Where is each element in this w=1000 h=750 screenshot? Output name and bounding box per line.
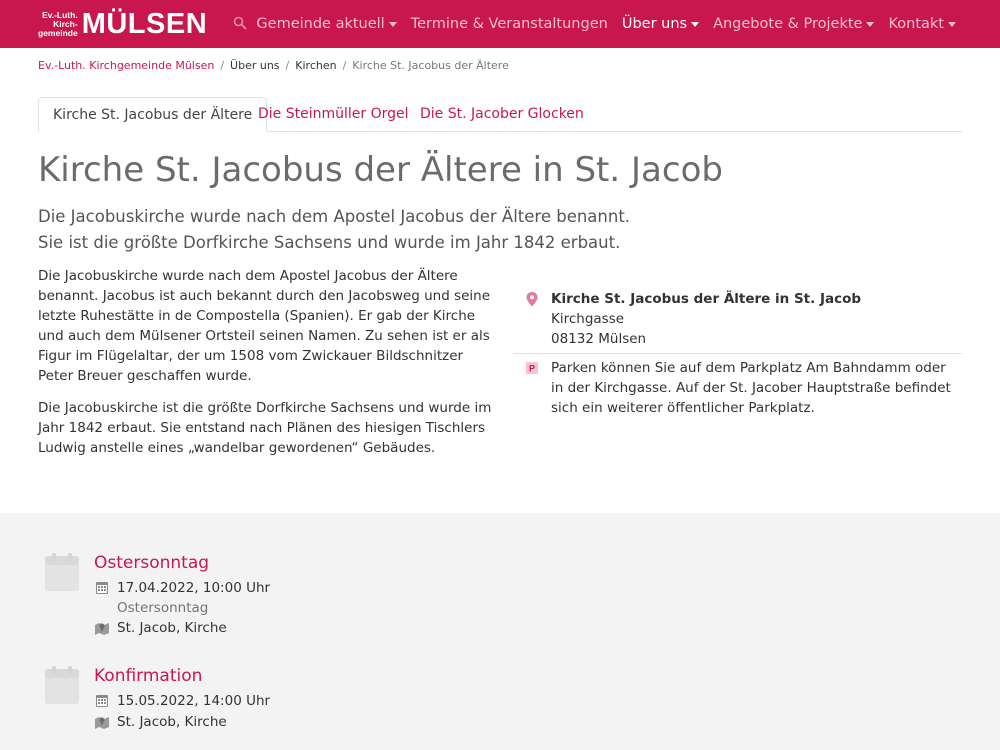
breadcrumb-home[interactable]: Ev.-Luth. Kirchgemeinde Mülsen bbox=[38, 59, 214, 72]
nav-termine[interactable]: Termine & Veranstaltungen bbox=[411, 16, 608, 32]
body-text: Die Jacobuskirche wurde nach dem Apostel… bbox=[38, 266, 498, 470]
event-datetime: 15.05.2022, 14:00 Uhr bbox=[94, 693, 270, 709]
event-location: St. Jacob, Kirche bbox=[94, 620, 227, 636]
lead-text: Die Jacobuskirche wurde nach dem Apostel… bbox=[38, 207, 631, 252]
map-location-icon bbox=[95, 623, 109, 635]
site-logo[interactable]: Ev.-Luth. Kirch- gemeinde MÜLSEN bbox=[38, 8, 207, 40]
logo-small-text: Ev.-Luth. Kirch- gemeinde bbox=[38, 9, 78, 38]
address-street: Kirchgasse bbox=[551, 311, 625, 327]
parking-block: P Parken können Sie auf dem Parkplatz Am… bbox=[513, 354, 962, 418]
tab-orgel[interactable]: Die Steinmüller Orgel bbox=[244, 97, 423, 131]
map-marker-icon bbox=[526, 292, 538, 307]
page-title: Kirche St. Jacobus der Ältere in St. Jac… bbox=[38, 150, 723, 190]
location-info: Kirche St. Jacobus der Ältere in St. Jac… bbox=[513, 289, 962, 418]
tab-glocken[interactable]: Die St. Jacober Glocken bbox=[406, 97, 598, 131]
tab-bar: Kirche St. Jacobus der Ältere Die Steinm… bbox=[38, 97, 962, 132]
address-city: 08132 Mülsen bbox=[551, 331, 647, 347]
main-nav: Gemeinde aktuell Termine & Veranstaltung… bbox=[242, 0, 956, 48]
paragraph: Die Jacobuskirche ist die größte Dorfkir… bbox=[38, 400, 492, 456]
paragraph: Die Jacobuskirche wurde nach dem Apostel… bbox=[38, 268, 491, 384]
breadcrumb-kirchen[interactable]: Kirchen bbox=[295, 59, 336, 72]
nav-kontakt[interactable]: Kontakt bbox=[888, 16, 956, 32]
breadcrumb-ueber-uns[interactable]: Über uns bbox=[230, 59, 280, 72]
calendar-small-icon bbox=[96, 695, 108, 707]
chevron-down-icon bbox=[948, 21, 956, 27]
event-subtitle: Ostersonntag bbox=[117, 600, 209, 616]
chevron-down-icon bbox=[388, 21, 397, 27]
breadcrumb: Ev.-Luth. Kirchgemeinde Mülsen / Über un… bbox=[38, 59, 509, 72]
tab-kirche[interactable]: Kirche St. Jacobus der Ältere bbox=[38, 97, 268, 132]
svg-text:P: P bbox=[529, 364, 535, 374]
event-title[interactable]: Konfirmation bbox=[94, 666, 202, 686]
logo-wordmark: MÜLSEN bbox=[81, 8, 208, 40]
chevron-down-icon bbox=[866, 21, 875, 27]
event-location: St. Jacob, Kirche bbox=[94, 714, 227, 730]
top-navbar: Ev.-Luth. Kirch- gemeinde MÜLSEN Gemeind… bbox=[0, 0, 1000, 48]
nav-angebote-projekte[interactable]: Angebote & Projekte bbox=[713, 16, 875, 32]
parking-text: Parken können Sie auf dem Parkplatz Am B… bbox=[551, 360, 951, 416]
event-title[interactable]: Ostersonntag bbox=[94, 553, 209, 573]
events-section: Ostersonntag 17.04.2022, 10:00 Uhr Oster… bbox=[0, 513, 1000, 750]
address-block: Kirche St. Jacobus der Ältere in St. Jac… bbox=[513, 289, 962, 354]
breadcrumb-separator: / bbox=[220, 59, 225, 72]
calendar-icon bbox=[45, 553, 79, 591]
event-datetime: 17.04.2022, 10:00 Uhr bbox=[94, 580, 270, 596]
breadcrumb-separator: / bbox=[342, 59, 347, 72]
address-title: Kirche St. Jacobus der Ältere in St. Jac… bbox=[551, 291, 862, 307]
calendar-small-icon bbox=[96, 582, 108, 594]
nav-ueber-uns[interactable]: Über uns bbox=[622, 16, 700, 32]
calendar-icon bbox=[45, 666, 79, 704]
map-location-icon bbox=[95, 717, 109, 729]
breadcrumb-separator: / bbox=[285, 59, 290, 72]
parking-icon: P bbox=[526, 362, 538, 374]
breadcrumb-current: Kirche St. Jacobus der Ältere bbox=[352, 59, 509, 72]
chevron-down-icon bbox=[691, 21, 700, 27]
nav-gemeinde-aktuell[interactable]: Gemeinde aktuell bbox=[256, 16, 397, 32]
